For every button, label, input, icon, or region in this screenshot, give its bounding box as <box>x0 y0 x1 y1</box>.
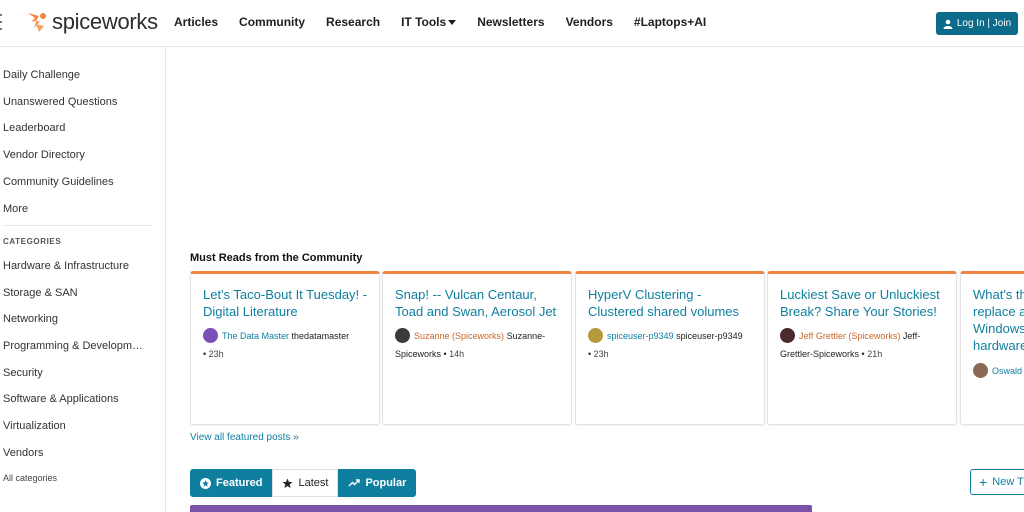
nav-articles[interactable]: Articles <box>174 15 218 29</box>
card-title[interactable]: Let's Taco-Bout It Tuesday! - Digital Li… <box>203 286 369 320</box>
nav-research[interactable]: Research <box>326 15 380 29</box>
avatar[interactable] <box>973 363 988 379</box>
card-author[interactable]: spiceuser-p9349 <box>607 331 674 341</box>
card-time: 14h <box>449 349 465 359</box>
nav-it-tools[interactable]: IT Tools <box>401 15 457 29</box>
featured-card[interactable]: What's th replace a Windows hardware Osw… <box>960 271 1024 425</box>
main-nav: Articles Community Research IT Tools New… <box>174 15 727 29</box>
card-author[interactable]: Oswald <box>992 366 1022 376</box>
card-author[interactable]: The Data Master <box>222 331 289 341</box>
sidebar-item-unanswered-questions[interactable]: Unanswered Questions <box>3 96 117 108</box>
categories-heading: CATEGORIES <box>3 237 62 246</box>
card-time: 21h <box>867 349 883 359</box>
card-meta: Jeff Grettler (Spiceworks) Jeff-Grettler… <box>780 327 948 363</box>
avatar[interactable] <box>780 328 795 344</box>
sidebar-category-vendors[interactable]: Vendors <box>3 447 43 459</box>
card-title[interactable]: Snap! -- Vulcan Centaur, Toad and Swan, … <box>395 286 561 320</box>
card-username[interactable]: spiceuser-p9349 <box>676 331 743 341</box>
nav-laptops-ai[interactable]: #Laptops+AI <box>634 15 706 29</box>
sidebar-item-vendor-directory[interactable]: Vendor Directory <box>3 149 85 161</box>
nav-community[interactable]: Community <box>239 15 305 29</box>
new-topic-button[interactable]: + New T <box>970 469 1024 495</box>
card-title[interactable]: What's th replace a Windows hardware <box>973 286 1024 354</box>
sidebar-item-community-guidelines[interactable]: Community Guidelines <box>3 176 114 188</box>
featured-card[interactable]: Let's Taco-Bout It Tuesday! - Digital Li… <box>190 271 380 425</box>
user-icon <box>943 19 953 29</box>
logo-text: spiceworks <box>52 9 158 34</box>
avatar[interactable] <box>588 328 603 344</box>
sidebar-category-networking[interactable]: Networking <box>3 313 58 325</box>
logo-icon <box>28 13 46 32</box>
sidebar: Daily Challenge Unanswered Questions Lea… <box>0 47 166 512</box>
nav-vendors[interactable]: Vendors <box>566 15 613 29</box>
sidebar-category-software[interactable]: Software & Applications <box>3 393 119 405</box>
card-meta: Oswald <box>973 362 1024 380</box>
sidebar-category-programming[interactable]: Programming & Developm… <box>3 340 143 352</box>
tab-latest[interactable]: Latest <box>272 469 339 497</box>
login-join-button[interactable]: Log In | Join <box>936 12 1018 35</box>
avatar[interactable] <box>395 328 410 344</box>
tab-featured[interactable]: Featured <box>190 469 273 497</box>
card-time: 23h <box>593 349 609 359</box>
card-author[interactable]: Suzanne (Spiceworks) <box>414 331 504 341</box>
top-header: spiceworks Articles Community Research I… <box>0 0 1024 47</box>
card-title[interactable]: HyperV Clustering - Clustered shared vol… <box>588 286 754 320</box>
sidebar-category-storage[interactable]: Storage & SAN <box>3 287 78 299</box>
trend-icon <box>348 479 361 487</box>
card-author[interactable]: Jeff Grettler (Spiceworks) <box>799 331 900 341</box>
sidebar-item-more[interactable]: More <box>3 203 28 215</box>
new-topic-label: New T <box>992 476 1024 488</box>
sidebar-item-daily-challenge[interactable]: Daily Challenge <box>3 69 80 81</box>
featured-card[interactable]: HyperV Clustering - Clustered shared vol… <box>575 271 765 425</box>
avatar[interactable] <box>203 328 218 344</box>
sidebar-all-categories[interactable]: All categories <box>3 473 57 483</box>
nav-newsletters[interactable]: Newsletters <box>477 15 544 29</box>
tab-featured-label: Featured <box>216 477 263 489</box>
tab-latest-label: Latest <box>298 477 329 489</box>
featured-card[interactable]: Snap! -- Vulcan Centaur, Toad and Swan, … <box>382 271 572 425</box>
nav-it-tools-label: IT Tools <box>401 15 447 29</box>
view-all-featured-link[interactable]: View all featured posts » <box>190 432 299 443</box>
card-title[interactable]: Luckiest Save or Unluckiest Break? Share… <box>780 286 946 320</box>
star-circle-icon <box>200 477 211 489</box>
chevron-down-icon <box>448 20 457 26</box>
card-time: 23h <box>208 349 224 359</box>
sidebar-category-virtualization[interactable]: Virtualization <box>3 420 66 432</box>
login-join-label: Log In | Join <box>956 18 1012 29</box>
tab-popular[interactable]: Popular <box>338 469 417 497</box>
spiceworks-logo[interactable]: spiceworks <box>22 8 158 36</box>
topic-tabs: Featured Latest Popular <box>190 469 417 497</box>
featured-card[interactable]: Luckiest Save or Unluckiest Break? Share… <box>767 271 957 425</box>
sidebar-divider <box>3 225 151 226</box>
sidebar-category-hardware[interactable]: Hardware & Infrastructure <box>3 260 129 272</box>
must-reads-title: Must Reads from the Community <box>190 252 363 264</box>
card-meta: spiceuser-p9349 spiceuser-p9349 • 23h <box>588 327 756 363</box>
card-meta: Suzanne (Spiceworks) Suzanne-Spiceworks … <box>395 327 563 363</box>
sidebar-item-leaderboard[interactable]: Leaderboard <box>3 122 65 134</box>
card-username[interactable]: thedatamaster <box>292 331 350 341</box>
topic-banner <box>190 505 812 512</box>
plus-icon: + <box>979 474 988 490</box>
tab-popular-label: Popular <box>365 477 407 489</box>
star-icon <box>282 478 293 488</box>
menu-icon[interactable] <box>0 14 4 30</box>
sidebar-category-security[interactable]: Security <box>3 367 43 379</box>
card-meta: The Data Master thedatamaster • 23h <box>203 327 371 363</box>
